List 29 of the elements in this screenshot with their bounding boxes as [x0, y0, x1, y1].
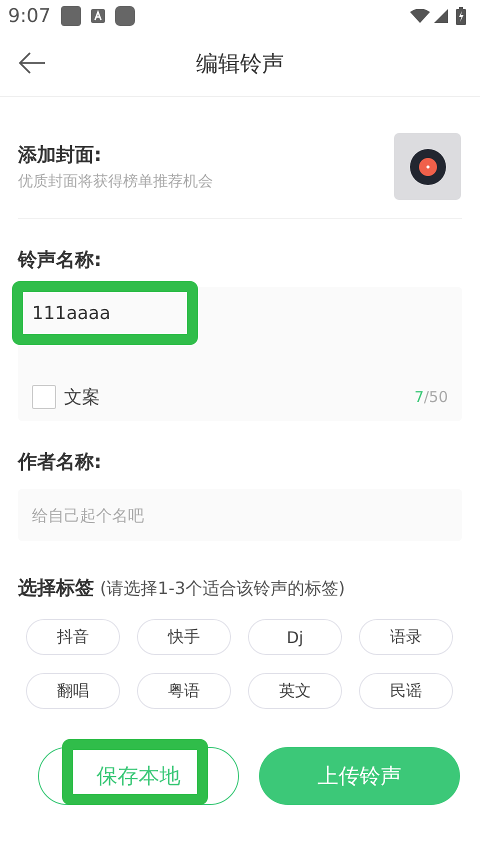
tag-chip[interactable]: 抖音 — [26, 619, 120, 655]
cover-picker[interactable] — [394, 133, 461, 200]
cover-hint: 优质封面将获得榜单推荐机会 — [18, 172, 214, 191]
tag-chip[interactable]: 翻唱 — [26, 673, 120, 709]
tag-chip[interactable]: 英文 — [248, 673, 342, 709]
tag-chip[interactable]: 快手 — [137, 619, 231, 655]
battery-icon — [456, 7, 466, 25]
tags-label: 选择标签 — [18, 576, 94, 601]
clock-time: 9:07 — [8, 5, 51, 27]
signal-icon — [434, 9, 448, 23]
ringtone-name-label: 铃声名称: — [18, 248, 103, 273]
author-name-label: 作者名称: — [18, 450, 103, 475]
ringtone-name-field[interactable]: 111aaaa — [32, 303, 172, 324]
tag-chip[interactable]: Dj — [248, 619, 342, 655]
copywriting-checkbox[interactable] — [32, 385, 56, 409]
author-name-field[interactable]: 给自己起个名吧 — [18, 489, 462, 541]
tag-chip[interactable]: 语录 — [359, 619, 453, 655]
copywriting-label: 文案 — [64, 386, 101, 409]
page-title: 编辑铃声 — [196, 51, 284, 79]
cover-label: 添加封面: — [18, 143, 103, 168]
wifi-icon — [410, 9, 430, 23]
vinyl-record-icon — [410, 148, 446, 184]
tag-chip[interactable]: 粤语 — [137, 673, 231, 709]
notification-icon — [114, 6, 135, 26]
character-count: 7/50 — [414, 388, 448, 406]
tag-chip[interactable]: 民谣 — [359, 673, 453, 709]
notification-icon — [60, 6, 81, 26]
tags-hint: (请选择1-3个适合该铃声的标签) — [100, 578, 346, 600]
app-icon — [90, 9, 105, 23]
